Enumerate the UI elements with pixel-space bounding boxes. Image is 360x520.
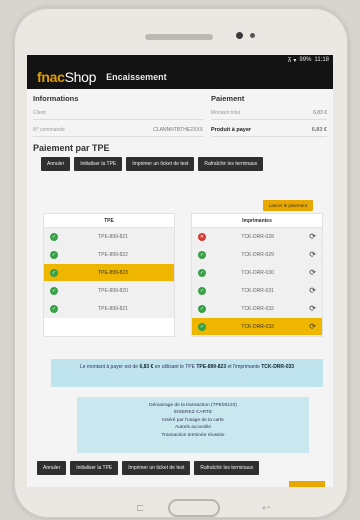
check-icon: ✓ (50, 250, 58, 259)
check-icon: ✓ (198, 322, 206, 331)
table-row[interactable]: ✓ TPE-899-821 (44, 228, 174, 246)
recent-apps-key[interactable]: ⊏ (136, 503, 144, 514)
row-label: TCK-DRR-028 (241, 233, 274, 240)
fnac-shop-logo: fnacShop (37, 69, 97, 85)
printer-list: Imprimantes ✕ TCK-DRR-028 ⟳ ✓ TCK-DRR-029 ⟳ ✓ T… (191, 213, 323, 337)
total-value: 6,83 € (313, 110, 327, 116)
total-field: Montant total 6,83 € (211, 107, 327, 120)
cancel-button-bottom[interactable]: Annuler (37, 461, 67, 475)
print-test-button[interactable]: Imprimer un ticket de test (126, 157, 195, 171)
battery-level: 99% (299, 57, 312, 63)
check-icon: ✓ (50, 268, 58, 277)
light-sensor (250, 33, 255, 38)
launch-button-partial[interactable] (289, 481, 325, 487)
speaker-grille (145, 34, 213, 40)
table-row[interactable]: ✕ TCK-DRR-028 ⟳ (192, 228, 322, 246)
init-tpe-button[interactable]: Initialiser la TPE (74, 157, 123, 171)
log-line: Autoris accordée (175, 425, 211, 431)
printer-header: Imprimantes (192, 214, 322, 228)
app-bar: fnacShop Encaissement (27, 65, 333, 89)
table-row[interactable]: ✓ TPE-899-823 (44, 264, 174, 282)
status-bar: ⊼ ▾ 99% 11:18 (27, 55, 333, 65)
check-icon: ✓ (50, 232, 58, 241)
table-row[interactable]: ✓ TCK-DRR-031 ⟳ (192, 282, 322, 300)
launch-payment-button[interactable]: Lancer le paiement (262, 200, 313, 211)
error-icon: ✕ (198, 232, 206, 241)
row-label: TPE-899-821 (98, 233, 128, 240)
log-line: Inséré par l'usage de la carte (162, 417, 224, 423)
row-label: TPE-899-820 (98, 287, 128, 294)
init-tpe-button-bottom[interactable]: Initialiser la TPE (70, 461, 119, 475)
refresh-icon[interactable]: ⟳ (309, 232, 316, 241)
total-label: Montant total (211, 110, 240, 116)
app-screen: ⊼ ▾ 99% 11:18 fnacShop Encaissement Info… (27, 55, 333, 487)
refresh-icon[interactable]: ⟳ (309, 322, 316, 331)
tpe-list: TPE ✓ TPE-899-821 ✓ TPE-899-822 ✓ TPE-899-823… (43, 213, 175, 337)
signal-icon: ⊼ ▾ (287, 57, 297, 64)
refresh-icon[interactable]: ⟳ (309, 304, 316, 313)
check-icon: ✓ (198, 304, 206, 313)
transaction-log: Démarrage de la transaction (TPE00120) IN… (77, 397, 309, 453)
log-line: INSEREZ CARTE (173, 410, 213, 416)
order-field[interactable]: N° commande CLANNNTBTHE2XXX (33, 124, 203, 137)
table-row[interactable]: ✓ TPE-899-822 (44, 246, 174, 264)
table-row[interactable]: ✓ TPE-899-820 (44, 282, 174, 300)
print-test-button-bottom[interactable]: Imprimer un ticket de test (122, 461, 191, 475)
home-button[interactable] (168, 499, 220, 517)
refresh-icon[interactable]: ⟳ (309, 286, 316, 295)
client-field[interactable]: Client (33, 107, 203, 120)
order-label: N° commande (33, 127, 65, 133)
refresh-icon[interactable]: ⟳ (309, 250, 316, 259)
tpe-header: TPE (44, 214, 174, 228)
due-label: Produit à payer (211, 127, 252, 133)
row-label: TPE-899-823 (98, 269, 128, 276)
info-section: Informations Client N° commande CLANNNTB… (27, 94, 333, 137)
check-icon: ✓ (198, 286, 206, 295)
due-value: 6,83 € (311, 127, 327, 133)
table-row[interactable]: ✓ TCK-DRR-032 ⟳ (192, 300, 322, 318)
check-icon: ✓ (198, 268, 206, 277)
refresh-terminals-button[interactable]: Rafraîchir les terminaux (198, 157, 264, 171)
payment-toolbar: Annuler Initialiser la TPE Imprimer un t… (27, 157, 333, 171)
row-label: TCK-DRR-032 (241, 305, 274, 312)
row-label: TCK-DRR-030 (241, 269, 274, 276)
check-icon: ✓ (50, 304, 58, 313)
info-title: Informations (33, 94, 79, 103)
refresh-icon[interactable]: ⟳ (309, 268, 316, 277)
table-row[interactable]: ✓ TCK-DRR-033 ⟳ (192, 318, 322, 336)
row-label: TCK-DRR-029 (241, 251, 274, 258)
log-line: Transaction terminée réussite (161, 432, 225, 438)
row-label: TCK-DRR-031 (241, 287, 274, 294)
row-label: TPE-899-822 (98, 251, 128, 258)
table-row[interactable]: ✓ TCK-DRR-029 ⟳ (192, 246, 322, 264)
client-label: Client (33, 110, 46, 116)
device-tables: TPE ✓ TPE-899-821 ✓ TPE-899-822 ✓ TPE-899-823… (43, 213, 323, 337)
check-icon: ✓ (198, 250, 206, 259)
table-row[interactable]: ✓ TCK-DRR-030 ⟳ (192, 264, 322, 282)
bottom-toolbar: Annuler Initialiser la TPE Imprimer un t… (37, 461, 260, 475)
due-field: Produit à payer 6,83 € (211, 124, 327, 137)
refresh-terminals-button-bottom[interactable]: Rafraîchir les terminaux (194, 461, 260, 475)
cancel-button[interactable]: Annuler (41, 157, 71, 171)
row-label: TPE-899-821 (98, 305, 128, 312)
order-value: CLANNNTBTHE2XXX (153, 127, 203, 133)
log-line: Démarrage de la transaction (TPE00120) (149, 403, 237, 408)
payment-summary: Le montant à payer est de 6,83 € en util… (51, 359, 323, 387)
page-title: Encaissement (106, 72, 167, 82)
payment-title: Paiement par TPE (33, 143, 110, 153)
back-key[interactable]: ↩ (262, 503, 270, 514)
check-icon: ✓ (50, 286, 58, 295)
row-label: TCK-DRR-033 (241, 323, 274, 330)
table-row[interactable]: ✓ TPE-899-821 (44, 300, 174, 318)
amounts-title: Paiement (211, 94, 245, 103)
front-camera (236, 32, 243, 39)
clock: 11:18 (314, 57, 329, 63)
